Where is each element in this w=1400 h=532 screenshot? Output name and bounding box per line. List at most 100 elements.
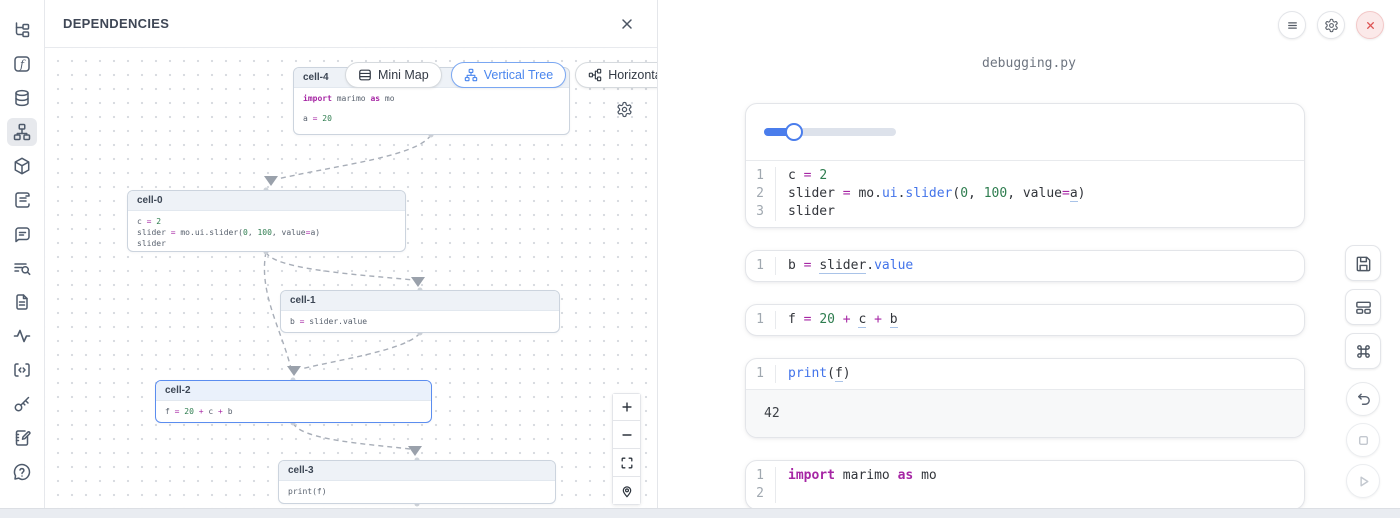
key-icon — [12, 394, 32, 414]
line-number: 3 — [746, 203, 776, 221]
line-number: 1 — [746, 311, 776, 329]
app-footer — [0, 508, 1400, 518]
notebook-cell[interactable]: 1print(f)42 — [745, 358, 1305, 438]
menu-button[interactable] — [1278, 11, 1306, 39]
slider-track[interactable] — [764, 128, 896, 136]
graph-node-title: cell-3 — [279, 461, 555, 481]
sidebar-item-dependency-graph[interactable] — [7, 118, 37, 146]
focus-button[interactable] — [612, 477, 641, 505]
graph-node-code: f = 20 + c + b — [156, 401, 431, 422]
close-panel-button[interactable] — [615, 12, 639, 36]
view-mode-label: Vertical Tree — [484, 68, 553, 82]
view-mode-label: Horizontal Tree — [608, 68, 657, 82]
slider-output — [746, 104, 1304, 161]
notebook-area: debugging.py 1c = 22slider = mo.ui.slide… — [658, 0, 1400, 508]
graph-node-title: cell-1 — [281, 291, 559, 311]
graph-node-title: cell-2 — [156, 381, 431, 401]
graph-node-code: b = slider.value — [281, 311, 559, 332]
menu-icon — [1285, 18, 1300, 33]
code-console-icon — [12, 360, 32, 380]
graph-node-cell-1[interactable]: cell-1b = slider.value — [280, 290, 560, 333]
line-number: 1 — [746, 365, 776, 383]
script-icon — [12, 190, 32, 210]
horizontal-tree-icon — [588, 68, 602, 82]
view-mode-minimap-button[interactable]: Mini Map — [345, 62, 442, 88]
notebook-cell[interactable]: 1c = 22slider = mo.ui.slider(0, 100, val… — [745, 103, 1305, 228]
zoom-in-icon — [620, 400, 634, 414]
graph-node-cell-0[interactable]: cell-0c = 2slider = mo.ui.slider(0, 100,… — [127, 190, 406, 252]
scratchpad-icon — [12, 428, 32, 448]
header-buttons — [1278, 11, 1384, 39]
dependency-graph-icon — [12, 122, 32, 142]
notebook-cell[interactable]: 1f = 20 + c + b — [745, 304, 1305, 336]
sidebar-item-package[interactable] — [7, 152, 37, 180]
panel-title: DEPENDENCIES — [63, 16, 169, 31]
sidebar-item-chat[interactable] — [7, 220, 37, 248]
code-editor[interactable]: 1print(f) — [746, 359, 1304, 389]
activity-icon — [12, 326, 32, 346]
sidebar-item-document[interactable] — [7, 288, 37, 316]
settings-button[interactable] — [1317, 11, 1345, 39]
sidebar-item-log-search[interactable] — [7, 254, 37, 282]
shortcuts-button[interactable] — [1345, 333, 1381, 369]
sidebar-item-file-tree[interactable] — [7, 16, 37, 44]
zoom-in-button[interactable] — [612, 393, 641, 421]
dependency-graph-canvas[interactable]: cell-4import marimo as moa = 20cell-0c =… — [45, 48, 657, 518]
run-icon — [1354, 472, 1373, 491]
sidebar-item-database[interactable] — [7, 84, 37, 112]
code-editor[interactable]: 1import marimo as mo2 — [746, 461, 1304, 509]
undo-button[interactable] — [1346, 382, 1380, 416]
side-tools — [1345, 245, 1381, 505]
vertical-tree-icon — [464, 68, 478, 82]
shortcuts-icon — [1354, 342, 1373, 361]
code-editor[interactable]: 1b = slider.value — [746, 251, 1304, 281]
sidebar-item-functions[interactable]: f — [7, 50, 37, 78]
sidebar-item-code-console[interactable] — [7, 356, 37, 384]
fit-view-button[interactable] — [612, 449, 641, 477]
log-search-icon — [12, 258, 32, 278]
line-number: 1 — [746, 257, 776, 275]
code-editor[interactable]: 1c = 22slider = mo.ui.slider(0, 100, val… — [746, 161, 1304, 227]
graph-node-code: import marimo as moa = 20 — [294, 88, 569, 129]
graph-node-code: print(f) — [279, 481, 555, 502]
dependencies-panel-header: DEPENDENCIES — [45, 0, 657, 48]
file-tree-icon — [12, 20, 32, 40]
save-button[interactable] — [1345, 245, 1381, 281]
zoom-out-button[interactable] — [612, 421, 641, 449]
layout-button[interactable] — [1345, 289, 1381, 325]
stop-button[interactable] — [1346, 423, 1380, 457]
graph-node-cell-3[interactable]: cell-3print(f) — [278, 460, 556, 504]
run-button[interactable] — [1346, 464, 1380, 498]
cell-output: 42 — [746, 389, 1304, 437]
graph-node-title: cell-0 — [128, 191, 405, 211]
database-icon — [12, 88, 32, 108]
help-icon — [12, 462, 32, 482]
shutdown-button[interactable] — [1356, 11, 1384, 39]
zoom-out-icon — [620, 428, 634, 442]
sidebar-item-script[interactable] — [7, 186, 37, 214]
line-number: 2 — [746, 185, 776, 203]
code-editor[interactable]: 1f = 20 + c + b — [746, 305, 1304, 335]
functions-icon: f — [12, 54, 32, 74]
view-mode-horizontal-tree-button[interactable]: Horizontal Tree — [575, 62, 657, 88]
notebook-cell[interactable]: 1import marimo as mo2 — [745, 460, 1305, 510]
line-number: 1 — [746, 167, 776, 185]
slider-thumb[interactable] — [785, 123, 803, 141]
icon-sidebar: f — [0, 0, 45, 518]
graph-settings-button[interactable] — [615, 101, 633, 119]
package-icon — [12, 156, 32, 176]
sidebar-item-activity[interactable] — [7, 322, 37, 350]
sidebar-item-key[interactable] — [7, 390, 37, 418]
view-mode-label: Mini Map — [378, 68, 429, 82]
line-number: 2 — [746, 485, 776, 503]
svg-text:f: f — [19, 58, 26, 71]
notebook-cell[interactable]: 1b = slider.value — [745, 250, 1305, 282]
sidebar-item-help[interactable] — [7, 458, 37, 486]
graph-node-cell-2[interactable]: cell-2f = 20 + c + b — [155, 380, 432, 423]
document-icon — [12, 292, 32, 312]
sidebar-item-scratchpad[interactable] — [7, 424, 37, 452]
zoom-controls — [612, 393, 641, 505]
view-mode-vertical-tree-button[interactable]: Vertical Tree — [451, 62, 566, 88]
gear-icon — [616, 101, 633, 118]
notebook-filename: debugging.py — [658, 56, 1400, 71]
